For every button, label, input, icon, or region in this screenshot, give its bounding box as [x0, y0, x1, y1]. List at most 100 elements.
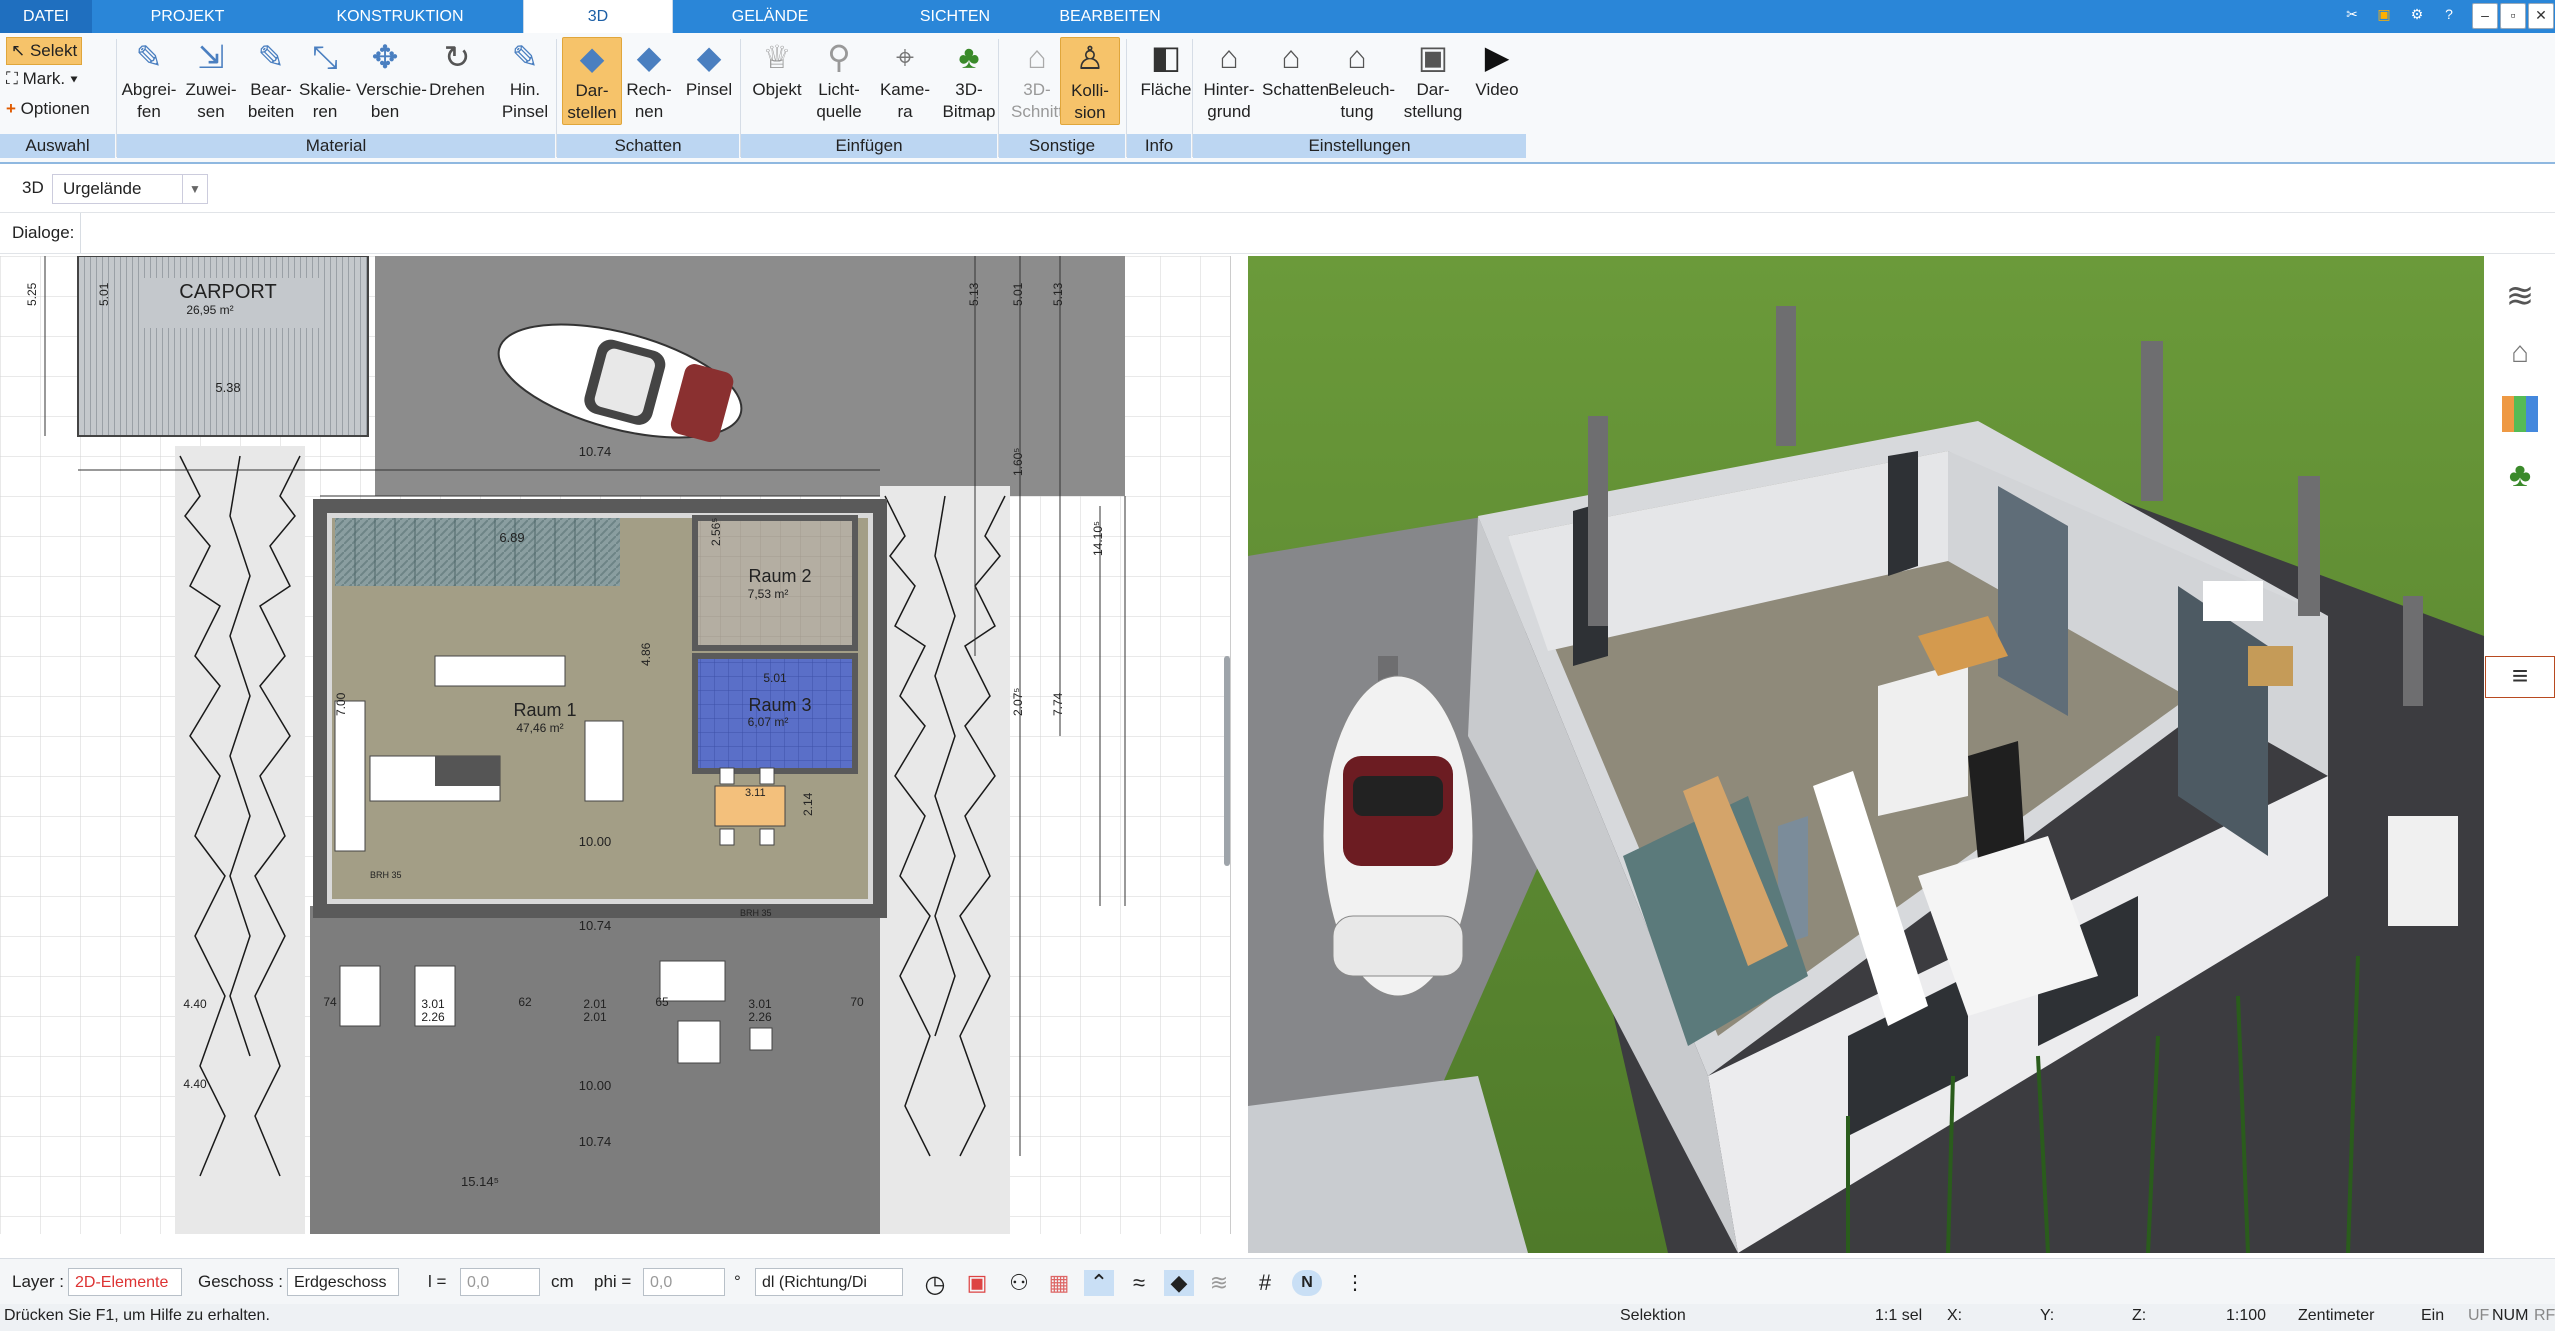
window-icon[interactable]: ▣ — [2372, 3, 2396, 27]
dim-2-01-a: 2.01 — [583, 997, 607, 1011]
tab-bearbeiten[interactable]: BEARBEITEN — [1045, 0, 1175, 33]
floor-plan-view[interactable]: CARPORT 26,95 m² 5.38 6.89 Raum 2 7,53 m… — [0, 256, 1231, 1234]
einfuegen-button-3[interactable]: ♣ 3D- Bitmap — [940, 37, 998, 123]
material-button-6[interactable]: ✎ Hin. Pinsel — [496, 37, 554, 123]
layer-stack-icon[interactable]: ≋ — [1204, 1270, 1234, 1296]
optionen-button[interactable]: + Optionen — [6, 96, 90, 122]
tab-projekt[interactable]: PROJEKT — [130, 0, 245, 33]
material-label2-4: ben — [370, 102, 400, 121]
einfuegen-button-0[interactable]: ♕ Objekt — [748, 37, 806, 101]
monitor-icon[interactable]: ▣ — [962, 1270, 992, 1296]
group-material-label: Material — [117, 134, 555, 158]
dim-2-01-b: 2.01 — [583, 1010, 607, 1024]
view-toolbar: 3D Urgelände ▼ — [0, 166, 2555, 213]
geschoss-dropdown[interactable]: Erdgeschoss — [287, 1268, 399, 1296]
tab-gelaende[interactable]: GELÄNDE — [715, 0, 825, 33]
status-y: Y: — [2040, 1307, 2055, 1324]
tab-sichten[interactable]: SICHTEN — [900, 0, 1010, 33]
brh-right: BRH 35 — [740, 908, 772, 918]
layer-value: 2D-Elemente — [75, 1274, 169, 1291]
einstellungen-button-4[interactable]: ▶ Video — [1468, 37, 1526, 101]
einstellungen-button-0[interactable]: ⌂ Hinter-grund — [1200, 37, 1258, 123]
einfuegen-button-1[interactable]: ⚲ Licht-quelle — [810, 37, 868, 123]
carport-label: CARPORT — [179, 281, 276, 303]
vertical-scrollbar[interactable] — [1224, 656, 1230, 866]
selekt-label: Selekt — [29, 41, 78, 60]
schatten-button-0[interactable]: ◆ Dar-stellen — [562, 37, 622, 125]
info-button-0[interactable]: ◧ Fläche — [1137, 37, 1195, 101]
terrain-dropdown[interactable]: Urgelände ▼ — [52, 174, 208, 204]
material-button-5[interactable]: ↻ Drehen — [428, 37, 486, 101]
chair-icon[interactable]: ⌂ — [2500, 336, 2540, 376]
layers-icon[interactable]: ≋ — [2500, 276, 2540, 316]
direction-dropdown[interactable]: dl (Richtung/Di — [755, 1268, 903, 1296]
close-icon[interactable]: ✕ — [2528, 3, 2554, 29]
info-label-0: Fläche — [1140, 80, 1192, 99]
einfuegen-icon-2: ⌖ — [895, 39, 915, 75]
layer-dropdown[interactable]: 2D-Elemente — [68, 1268, 182, 1296]
material-label2-1: sen — [197, 102, 225, 121]
status-scale-sel: 1:1 sel — [1875, 1307, 1923, 1324]
divider — [80, 213, 81, 253]
raum3-area: 6,07 m² — [748, 715, 789, 729]
material-button-3[interactable]: ⤡ Skalie-ren — [296, 37, 354, 123]
group-auswahl-label: Auswahl — [0, 134, 115, 158]
length-input[interactable]: 0,0 — [460, 1268, 540, 1296]
dim-10-74-mid: 10.74 — [579, 918, 612, 933]
tab-datei[interactable]: DATEI — [0, 0, 92, 33]
menu-icon[interactable]: ≡ — [2485, 656, 2555, 698]
floor-plan-canvas[interactable]: CARPORT 26,95 m² 5.38 6.89 Raum 2 7,53 m… — [0, 256, 1230, 1234]
objects-icon[interactable]: ▦ — [1044, 1270, 1074, 1296]
tab-konstruktion[interactable]: KONSTRUKTION — [315, 0, 485, 33]
dim-10-74-low: 10.74 — [579, 1134, 612, 1149]
help-icon[interactable]: ? — [2437, 3, 2461, 27]
einstellungen-label-0: Hinter- — [1203, 80, 1255, 99]
settings-icon[interactable]: ⚙ — [2405, 3, 2429, 27]
dim-5-25: 5.25 — [25, 282, 39, 306]
material-button-4[interactable]: ✥ Verschie-ben — [356, 37, 427, 123]
mark-button[interactable]: ⛶ Mark. ▾ — [6, 66, 78, 92]
dim-5-01-b: 5.01 — [1011, 282, 1025, 306]
material-label-0: Abgrei- — [121, 80, 177, 99]
sonstige-button-0[interactable]: ⌂ 3D- Schnitt — [1008, 37, 1066, 123]
schatten-button-1[interactable]: ◆ Rech-nen — [620, 37, 678, 123]
einstellungen-button-2[interactable]: ⌂ Beleuch-tung — [1328, 37, 1395, 123]
schatten-button-2[interactable]: ◆ Pinsel — [680, 37, 738, 101]
selekt-button[interactable]: ↖ Selekt — [6, 37, 83, 65]
3d-view[interactable] — [1248, 256, 2484, 1253]
hedge-right — [880, 486, 1010, 1234]
dim-raum3: 5.01 — [763, 671, 787, 685]
tab-3d[interactable]: 3D — [523, 0, 673, 34]
grid-icon[interactable]: # — [1250, 1270, 1280, 1296]
window-grid — [1998, 486, 2068, 716]
terrain-icon[interactable]: ≈ — [1124, 1270, 1154, 1296]
more-icon[interactable]: ⋮ — [1340, 1270, 1370, 1296]
status-x: X: — [1947, 1307, 1963, 1324]
raum2-area: 7,53 m² — [748, 587, 789, 601]
clock-icon[interactable]: ◷ — [920, 1270, 950, 1298]
material-button-0[interactable]: ✎ Abgrei-fen — [120, 37, 178, 123]
sonstige-button-1[interactable]: ♙ Kolli-sion — [1060, 37, 1120, 125]
length-label: l = — [428, 1272, 447, 1291]
tools-icon[interactable]: ✂ — [2340, 3, 2364, 27]
roof-icon[interactable]: ⌃ — [1084, 1270, 1114, 1296]
einstellungen-button-1[interactable]: ⌂ Schatten — [1262, 37, 1329, 101]
restore-icon[interactable]: ▫ — [2500, 3, 2526, 29]
post — [1588, 416, 1608, 626]
material-button-1[interactable]: ⇲ Zuwei-sen — [182, 37, 240, 123]
dim-5-13-a: 5.13 — [967, 282, 981, 306]
palette-icon[interactable] — [2502, 396, 2538, 432]
people-icon[interactable]: ⚇ — [1004, 1270, 1034, 1296]
minimize-icon[interactable]: – — [2472, 3, 2498, 29]
einstellungen-button-3[interactable]: ▣ Dar-stellung — [1400, 37, 1466, 123]
phi-input[interactable]: 0,0 — [643, 1268, 725, 1296]
3d-render[interactable] — [1248, 256, 2484, 1253]
north-icon[interactable]: N — [1292, 1270, 1322, 1296]
chair — [759, 828, 775, 846]
dim-10-00-a: 10.00 — [579, 834, 612, 849]
menu-tab-bar: DATEI PROJEKT KONSTRUKTION 3D GELÄNDE SI… — [0, 0, 2555, 34]
plane-icon[interactable]: ◆ — [1164, 1270, 1194, 1296]
tree-icon[interactable]: ♣ — [2500, 456, 2540, 496]
material-button-2[interactable]: ✎ Bear-beiten — [242, 37, 300, 123]
einfuegen-button-2[interactable]: ⌖ Kame-ra — [876, 37, 934, 123]
